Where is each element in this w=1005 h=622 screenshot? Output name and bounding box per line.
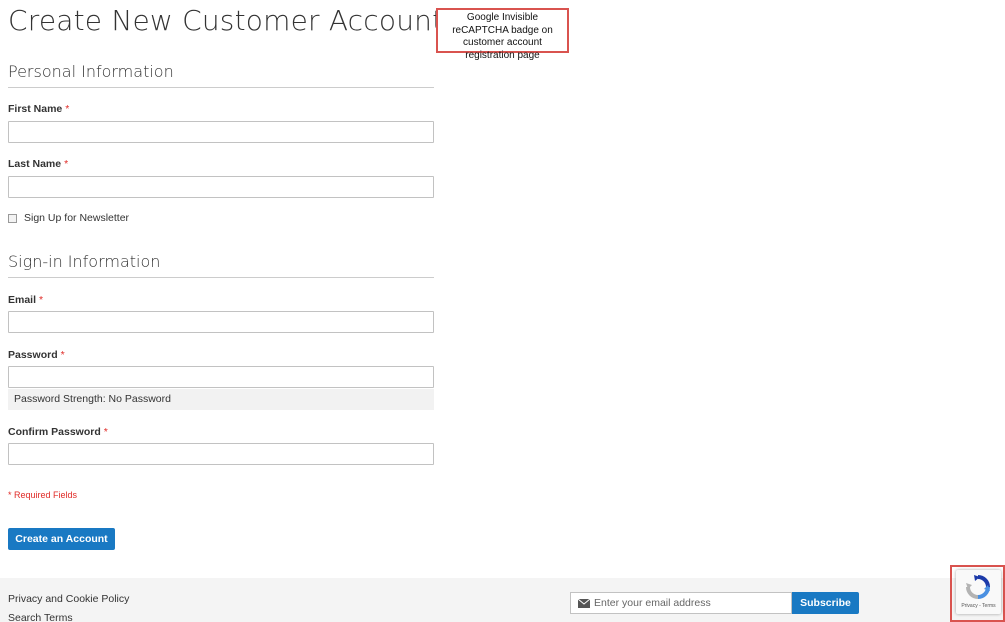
newsletter-option[interactable]: Sign Up for Newsletter [8,212,129,224]
page-title: Create New Customer Account [8,4,444,37]
personal-information-title: Personal Information [8,62,434,88]
first-name-label: First Name * [8,103,70,115]
create-account-button[interactable]: Create an Account [8,528,115,550]
last-name-label: Last Name * [8,158,69,170]
recaptcha-badge[interactable]: Privacy - Terms [956,570,1001,614]
footer-link-search-terms[interactable]: Search Terms [8,612,73,622]
newsletter-email-input[interactable] [590,593,780,613]
email-label: Email * [8,294,44,306]
recaptcha-terms-text[interactable]: Privacy - Terms [956,603,1001,609]
email-input[interactable] [8,311,434,333]
footer-link-privacy[interactable]: Privacy and Cookie Policy [8,593,129,605]
newsletter-email-field[interactable] [570,592,792,614]
annotation-note: Google Invisible reCAPTCHA badge on cust… [436,8,569,61]
password-input[interactable] [8,366,434,388]
envelope-icon [578,598,590,608]
newsletter-checkbox[interactable] [8,213,17,223]
subscribe-button[interactable]: Subscribe [792,592,859,614]
required-marker: * [64,158,69,170]
password-strength-meter: Password Strength: No Password [8,389,434,410]
confirm-password-label: Confirm Password * [8,426,108,438]
confirm-password-input[interactable] [8,443,434,465]
required-marker: * [103,426,108,438]
required-marker: * [65,103,70,115]
footer: Privacy and Cookie Policy Search Terms S… [0,578,1005,622]
recaptcha-logo-icon [966,575,990,599]
signin-information-title: Sign-in Information [8,252,434,278]
first-name-input[interactable] [8,121,434,143]
required-marker: * [60,349,65,361]
required-fields-note: * Required Fields [8,490,78,500]
password-label: Password * [8,349,65,361]
required-marker: * [39,294,44,306]
last-name-input[interactable] [8,176,434,198]
newsletter-label: Sign Up for Newsletter [24,212,130,224]
